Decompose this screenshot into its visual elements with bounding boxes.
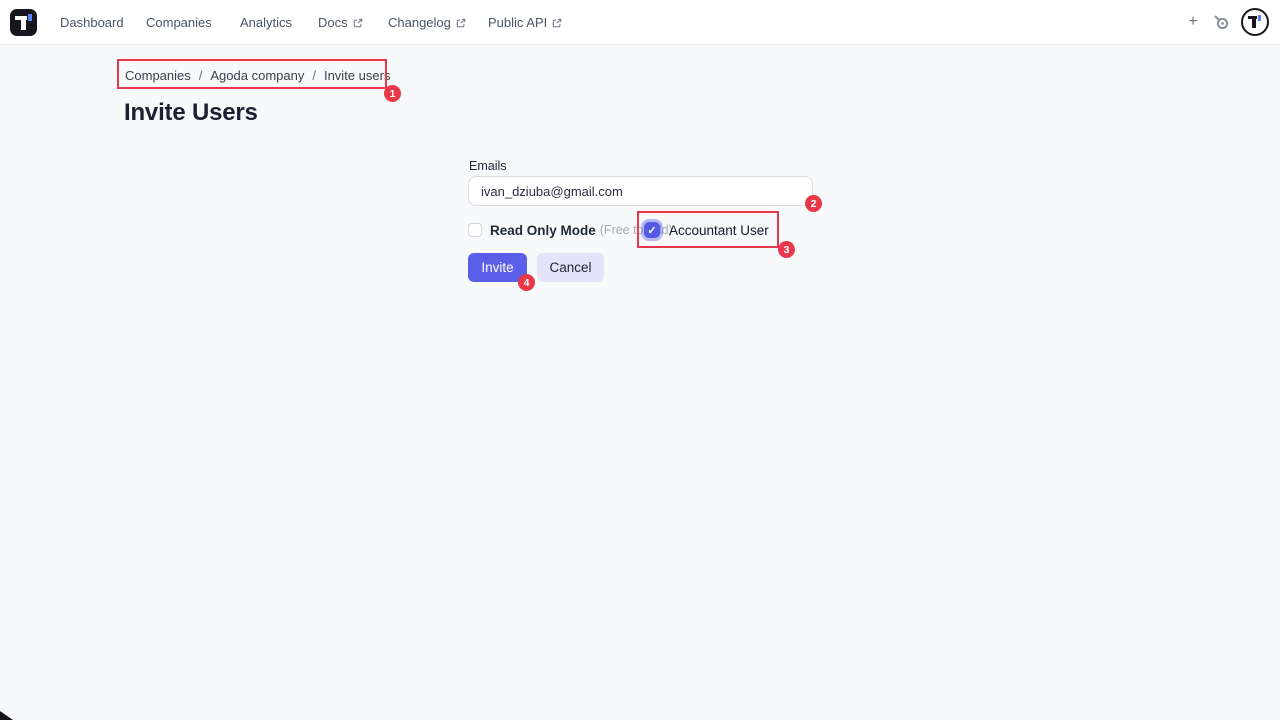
read-only-mode-row: Read Only Mode (Free to Add) bbox=[468, 221, 673, 239]
invite-button[interactable]: Invite bbox=[468, 253, 527, 282]
nav-item-dashboard[interactable]: Dashboard bbox=[60, 0, 124, 45]
top-navigation-bar: Dashboard Companies Analytics Docs Chang… bbox=[0, 0, 1280, 45]
user-avatar[interactable] bbox=[1241, 8, 1269, 36]
external-link-icon bbox=[456, 18, 466, 28]
checkmark-icon: ✓ bbox=[647, 224, 656, 237]
annotation-badge-1: 1 bbox=[384, 85, 401, 102]
read-only-mode-label[interactable]: Read Only Mode bbox=[490, 223, 596, 238]
nav-item-analytics[interactable]: Analytics bbox=[240, 0, 292, 45]
breadcrumb-item-companies[interactable]: Companies bbox=[125, 68, 191, 83]
page-title: Invite Users bbox=[124, 99, 258, 127]
emails-label: Emails bbox=[469, 159, 507, 173]
cancel-button[interactable]: Cancel bbox=[537, 253, 604, 282]
breadcrumb-item-invite-users[interactable]: Invite users bbox=[324, 68, 390, 83]
brand-logo[interactable] bbox=[10, 9, 37, 36]
read-only-mode-checkbox[interactable] bbox=[468, 223, 482, 237]
annotation-badge-3: 3 bbox=[778, 241, 795, 258]
accountant-user-label[interactable]: Accountant User bbox=[669, 223, 769, 238]
breadcrumb-item-agoda-company[interactable]: Agoda company bbox=[210, 68, 304, 83]
avatar-logo-shape bbox=[1252, 16, 1256, 28]
avatar-logo-accent bbox=[1258, 15, 1261, 21]
brand-logo-shape bbox=[21, 16, 26, 30]
breadcrumb-separator: / bbox=[199, 68, 203, 83]
brand-logo-accent bbox=[28, 14, 32, 21]
nav-item-public-api[interactable]: Public API bbox=[488, 0, 562, 45]
accountant-user-checkbox[interactable]: ✓ bbox=[644, 222, 660, 238]
emails-input[interactable] bbox=[468, 176, 813, 206]
nav-item-changelog[interactable]: Changelog bbox=[388, 0, 466, 45]
breadcrumb-separator: / bbox=[312, 68, 316, 83]
accountant-user-row: ✓ Accountant User bbox=[644, 220, 769, 240]
plus-icon[interactable]: + bbox=[1182, 11, 1204, 33]
corner-artifact bbox=[0, 711, 13, 720]
breadcrumb: Companies / Agoda company / Invite users bbox=[125, 66, 390, 84]
search-icon[interactable] bbox=[1212, 13, 1230, 31]
nav-item-docs[interactable]: Docs bbox=[318, 0, 363, 45]
nav-item-companies[interactable]: Companies bbox=[146, 0, 212, 45]
external-link-icon bbox=[552, 18, 562, 28]
external-link-icon bbox=[353, 18, 363, 28]
